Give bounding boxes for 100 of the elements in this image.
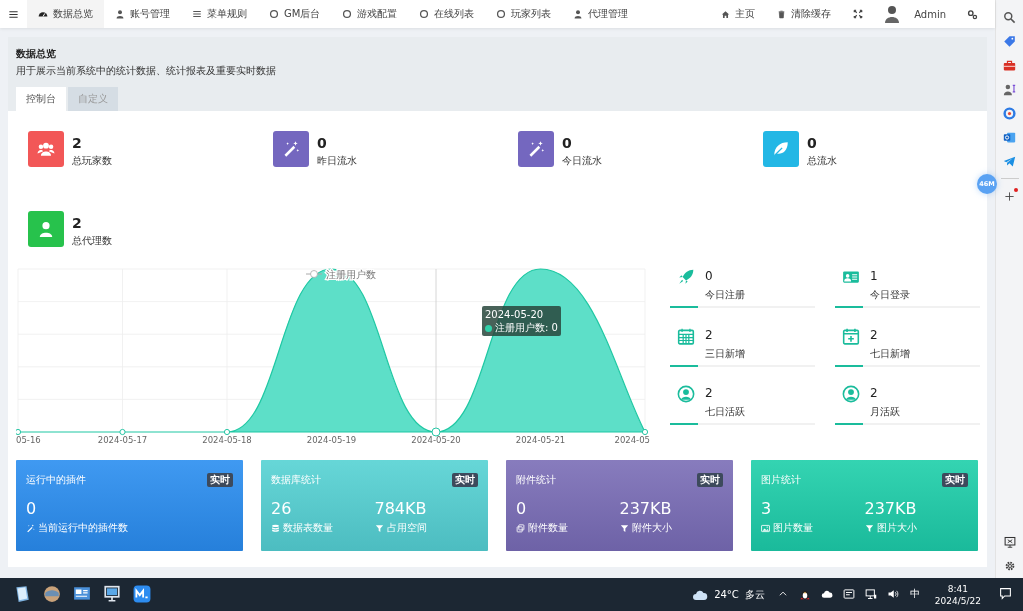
metric-value: 784KB	[374, 499, 428, 519]
nav-tab[interactable]: 菜单规则	[181, 0, 258, 28]
card-title: 运行中的插件	[26, 473, 86, 487]
metric-value: 0	[516, 499, 528, 519]
filter-icon	[619, 523, 629, 533]
nav-tab[interactable]: 代理管理	[562, 0, 640, 28]
circle-icon	[342, 9, 353, 19]
metric-label: 附件大小	[631, 521, 672, 535]
database-icon	[271, 523, 280, 533]
panel-title: 数据总览	[16, 47, 57, 61]
screen-icon	[1003, 536, 1016, 548]
stat-value: 0	[705, 269, 714, 283]
stat-label: 总玩家数	[72, 155, 112, 168]
leaf-icon	[772, 140, 790, 158]
globe-icon	[43, 584, 61, 603]
stat-value: 2	[870, 327, 879, 342]
stat-label: 七日活跃	[705, 406, 745, 420]
stat-label: 总代理数	[72, 235, 112, 248]
stat-label: 昨日流水	[317, 155, 357, 168]
live-badge: 实时	[942, 473, 968, 487]
send-icon	[1003, 154, 1016, 168]
nav-tab[interactable]: 账号管理	[104, 0, 181, 28]
axis-label: 2024-05-18	[202, 435, 252, 444]
trash-icon	[777, 9, 787, 19]
person-icon	[1003, 82, 1016, 96]
copy-icon	[516, 523, 525, 533]
axis-label: 2024-05-21	[515, 435, 566, 444]
nav-tab[interactable]: 玩家列表	[485, 0, 563, 28]
nav-link[interactable]: 清除缓存	[766, 0, 843, 28]
ring-icon	[1003, 106, 1016, 120]
metric-value: 237KB	[864, 499, 918, 519]
metric-label: 占用空间	[386, 521, 427, 535]
nav-tab[interactable]: 在线列表	[408, 0, 486, 28]
legend-icon	[305, 270, 323, 278]
user-icon	[573, 9, 584, 19]
stat-value: 2	[705, 327, 714, 342]
clock[interactable]: 8:41 2024/5/22	[928, 582, 987, 607]
stat-value: 0	[562, 134, 573, 152]
monitor-icon	[103, 584, 121, 603]
calendar-plus-icon	[842, 326, 860, 345]
settings-icon	[1003, 560, 1016, 572]
stat-value: 1	[870, 269, 879, 283]
metric-value: 26	[271, 499, 293, 519]
tooltip-value: 注册用户数: 0	[495, 322, 558, 333]
weather-widget[interactable]: 24°C 多云	[688, 579, 769, 610]
panel-description: 用于展示当前系统中的统计数据、统计报表及重要实时数据	[16, 65, 277, 78]
window-icon	[73, 584, 91, 603]
stat-value: 2	[72, 134, 83, 152]
series-dot-icon	[485, 325, 492, 332]
axis-label: 05-16	[16, 435, 41, 444]
id-card-icon	[842, 268, 860, 286]
stat-value: 0	[317, 134, 328, 152]
user-circle-icon	[842, 385, 860, 404]
toolbox-icon	[1003, 58, 1016, 72]
stat-label: 七日新增	[870, 347, 910, 361]
stat-label: 总流水	[807, 155, 837, 168]
image-icon	[761, 523, 770, 533]
filter-icon	[864, 523, 874, 533]
metric-value: 237KB	[619, 499, 673, 519]
fullscreen-icon	[853, 9, 864, 19]
stat-label: 今日注册	[705, 289, 745, 302]
stat-value: 2	[72, 214, 83, 232]
circle-icon	[496, 9, 507, 19]
user-icon	[37, 220, 55, 238]
axis-label: 2024-05-20	[411, 435, 461, 444]
legend-label: 注册用户数	[326, 269, 376, 280]
nav-tab[interactable]: 数据总览	[27, 0, 104, 28]
metric-label: 数据表数量	[283, 521, 333, 535]
users-icon	[37, 140, 55, 158]
live-badge: 实时	[207, 473, 233, 487]
tooltip-date: 2024-05-20	[485, 308, 545, 321]
nav-tab[interactable]: 游戏配置	[331, 0, 409, 28]
card-title: 数据库统计	[271, 473, 321, 487]
user-circle-icon	[677, 385, 695, 404]
metric-label: 图片大小	[876, 521, 917, 535]
stat-value: 0	[807, 134, 818, 152]
card-title: 图片统计	[761, 473, 801, 487]
nav-link[interactable]: 主页	[710, 0, 767, 28]
stat-label: 今日登录	[870, 289, 910, 302]
notification-icon	[998, 587, 1012, 600]
stat-label: 月活跃	[870, 406, 900, 420]
magic-wand-icon	[26, 523, 35, 533]
magic-wand-icon	[282, 140, 300, 158]
metric-label: 图片数量	[773, 521, 813, 535]
nav-tab[interactable]: GM后台	[258, 0, 332, 28]
notebook-icon	[13, 584, 31, 603]
user-menu[interactable]: Admin	[874, 0, 956, 28]
user-icon	[115, 9, 125, 19]
stat-value: 2	[870, 386, 879, 401]
axis-label: 2024-05-19	[306, 435, 357, 444]
input-method-button[interactable]: 中	[906, 579, 923, 610]
speaker-icon	[886, 587, 899, 600]
rocket-icon	[677, 268, 695, 286]
clock-time: 8:41	[947, 582, 969, 595]
circle-icon	[269, 9, 279, 19]
avatar-icon	[884, 5, 901, 23]
live-badge: 实时	[697, 473, 723, 487]
app-icon	[133, 584, 151, 603]
panel-tab[interactable]: 控制台	[16, 87, 66, 111]
calendar-icon	[677, 326, 695, 345]
